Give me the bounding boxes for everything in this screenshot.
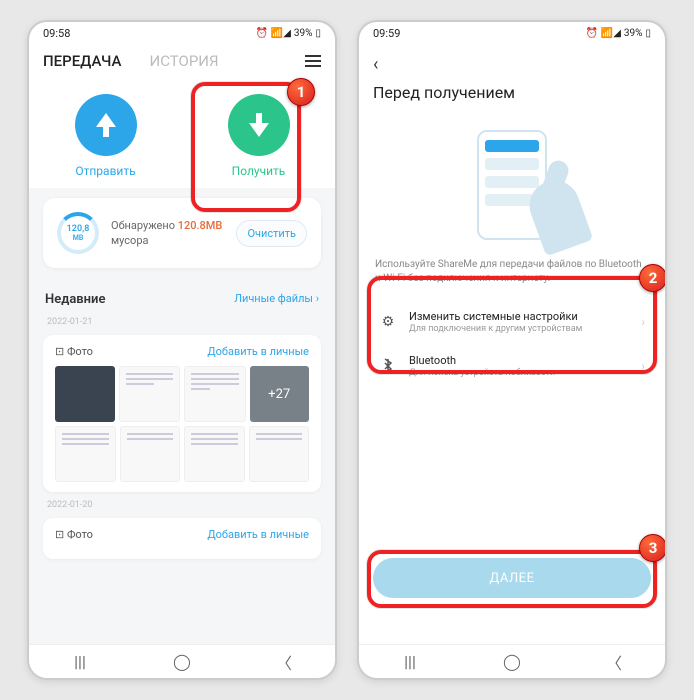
storage-ring: 120,8 MB bbox=[57, 212, 99, 254]
thumb[interactable] bbox=[120, 426, 181, 482]
nav-bar: ||| ◯ 〈 bbox=[359, 644, 665, 678]
nav-bar: ||| ◯ 〈 bbox=[29, 644, 335, 678]
status-time: 09:59 bbox=[373, 27, 400, 40]
recent-title: Недавние bbox=[45, 292, 105, 307]
page-title: Перед получением bbox=[373, 83, 651, 102]
thumb[interactable] bbox=[249, 426, 310, 482]
photo-type: ⊡ Фото bbox=[55, 345, 93, 358]
illustration bbox=[359, 120, 665, 250]
nav-back[interactable]: 〈 bbox=[594, 652, 634, 672]
status-icons: ⏰ 📶◢ 39% ▯ bbox=[586, 28, 651, 39]
highlight-2 bbox=[367, 276, 657, 374]
storage-text: Обнаружено 120.8MB мусора bbox=[111, 218, 224, 249]
recent-header: Недавние Личные файлы › bbox=[29, 278, 335, 313]
nav-recents[interactable]: ||| bbox=[60, 652, 100, 672]
thumb[interactable] bbox=[55, 366, 115, 422]
thumb[interactable] bbox=[184, 426, 245, 482]
content-area: ПЕРЕДАЧА ИСТОРИЯ Отправить Получить 1 bbox=[29, 44, 335, 644]
send-action[interactable]: Отправить bbox=[75, 94, 137, 178]
date-1: 2022-01-21 bbox=[29, 313, 335, 331]
clean-button[interactable]: Очистить bbox=[236, 220, 307, 247]
nav-home[interactable]: ◯ bbox=[492, 652, 532, 672]
nav-recents[interactable]: ||| bbox=[390, 652, 430, 672]
add-personal-1[interactable]: Добавить в личные bbox=[207, 345, 309, 358]
badge-3: 3 bbox=[639, 534, 665, 562]
thumb[interactable] bbox=[184, 366, 246, 422]
phone-left: 09:58 ⏰ 📶◢ 39% ▯ ПЕРЕДАЧА ИСТОРИЯ Отправ… bbox=[27, 20, 337, 680]
thumbnails-row-2 bbox=[55, 426, 309, 482]
photo-card-1[interactable]: ⊡ Фото Добавить в личные +27 bbox=[43, 335, 321, 492]
photo-type: ⊡ Фото bbox=[55, 528, 93, 541]
nav-home[interactable]: ◯ bbox=[162, 652, 202, 672]
tabs: ПЕРЕДАЧА ИСТОРИЯ bbox=[29, 44, 335, 78]
highlight-1 bbox=[191, 82, 301, 212]
thumbnails-row-1: +27 bbox=[55, 366, 309, 422]
send-icon bbox=[75, 94, 137, 156]
menu-icon[interactable] bbox=[305, 55, 321, 67]
tab-transfer[interactable]: ПЕРЕДАЧА bbox=[43, 52, 122, 70]
badge-2: 2 bbox=[639, 264, 665, 292]
header: ‹ Перед получением bbox=[359, 44, 665, 112]
thumb-more[interactable]: +27 bbox=[250, 366, 310, 422]
nav-back[interactable]: 〈 bbox=[264, 652, 304, 672]
phone-right: 09:59 ⏰ 📶◢ 39% ▯ ‹ Перед получением Испо… bbox=[357, 20, 667, 680]
send-label: Отправить bbox=[75, 164, 135, 178]
content-area: ‹ Перед получением Используйте ShareMe д… bbox=[359, 44, 665, 644]
status-time: 09:58 bbox=[43, 27, 70, 40]
highlight-3 bbox=[367, 550, 657, 608]
tab-history[interactable]: ИСТОРИЯ bbox=[150, 52, 219, 70]
personal-files-link[interactable]: Личные файлы › bbox=[234, 292, 319, 307]
date-2: 2022-01-20 bbox=[29, 496, 335, 514]
status-icons: ⏰ 📶◢ 39% ▯ bbox=[256, 28, 321, 39]
back-icon[interactable]: ‹ bbox=[373, 54, 651, 75]
thumb[interactable] bbox=[119, 366, 181, 422]
badge-1: 1 bbox=[287, 78, 315, 106]
thumb[interactable] bbox=[55, 426, 116, 482]
photo-card-2[interactable]: ⊡ Фото Добавить в личные bbox=[43, 518, 321, 559]
status-bar: 09:59 ⏰ 📶◢ 39% ▯ bbox=[359, 22, 665, 44]
add-personal-2[interactable]: Добавить в личные bbox=[207, 528, 309, 541]
status-bar: 09:58 ⏰ 📶◢ 39% ▯ bbox=[29, 22, 335, 44]
